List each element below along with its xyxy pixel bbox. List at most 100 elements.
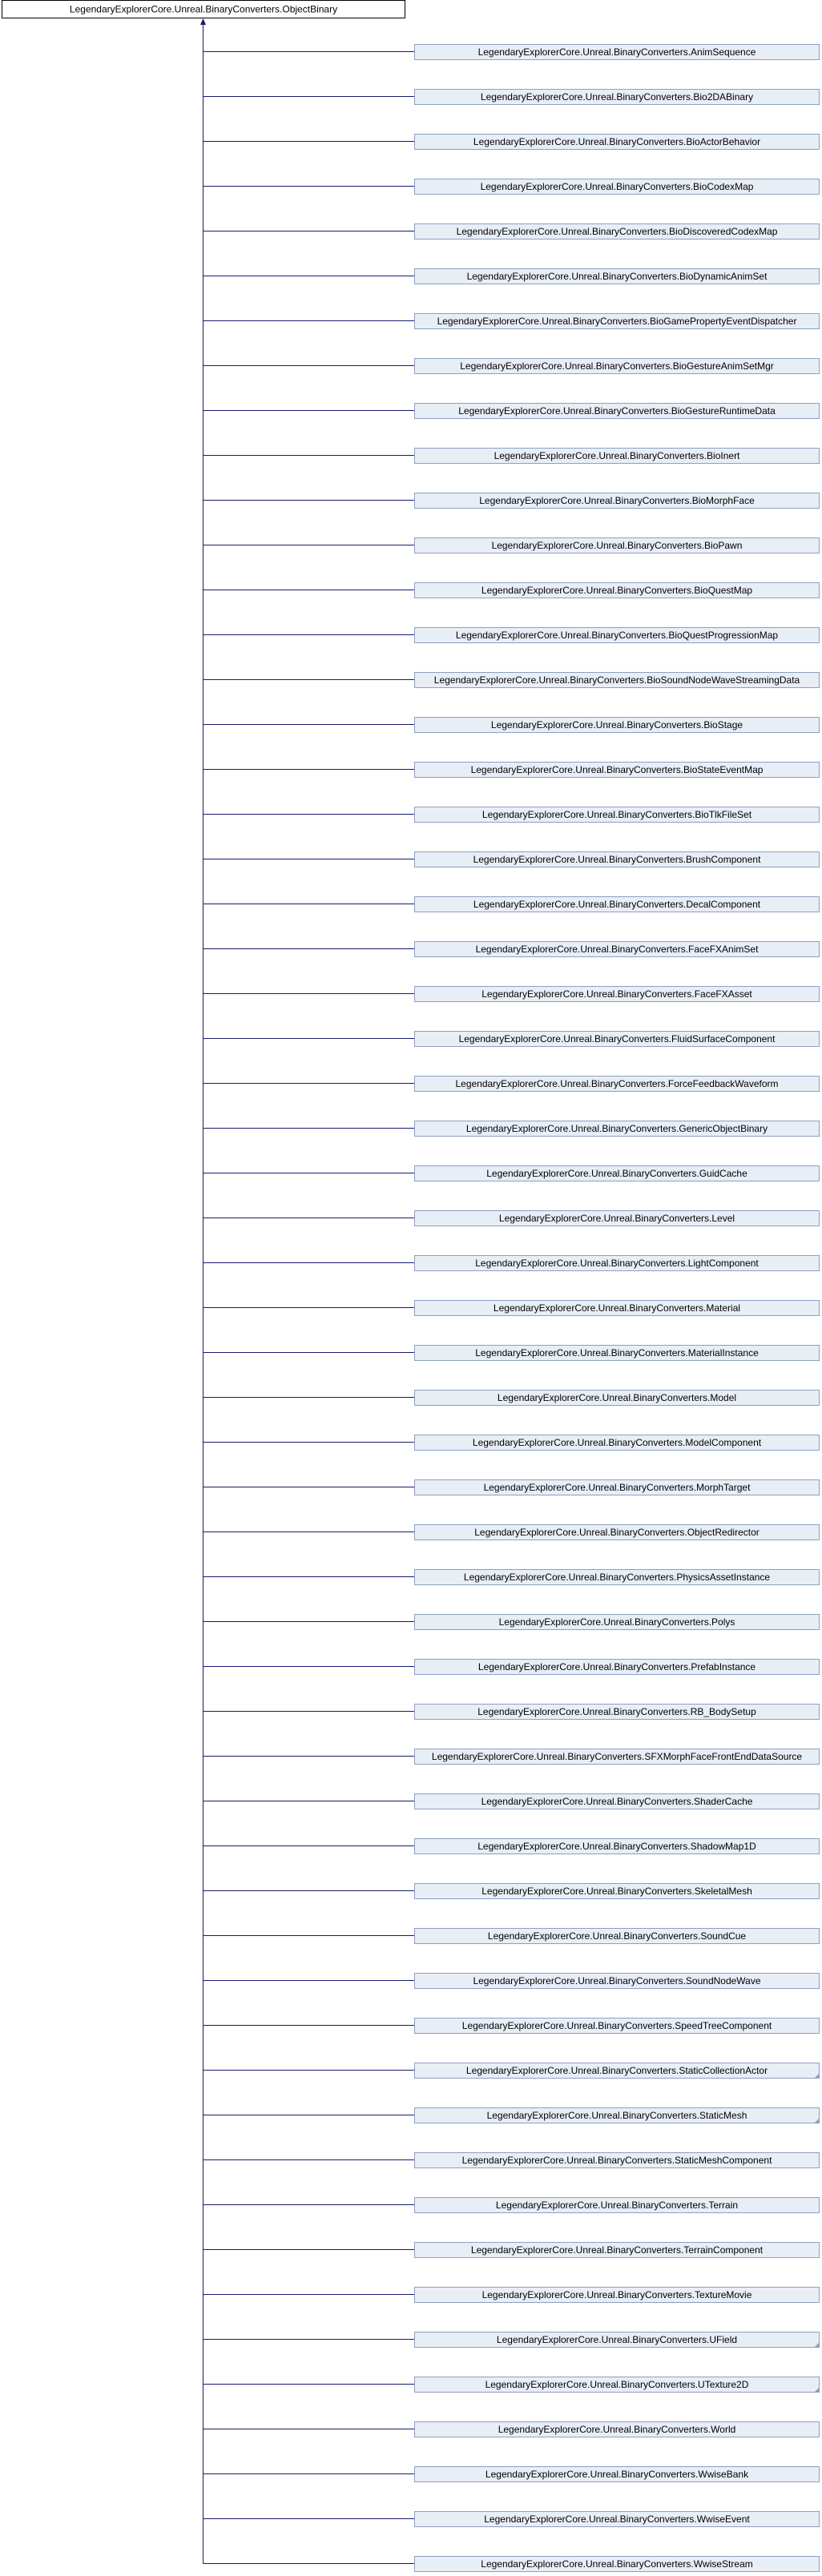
child-node-label: LegendaryExplorerCore.Unreal.BinaryConve… — [482, 1796, 753, 1807]
child-node[interactable]: LegendaryExplorerCore.Unreal.BinaryConve… — [414, 2107, 820, 2123]
child-node-label: LegendaryExplorerCore.Unreal.BinaryConve… — [460, 360, 774, 372]
child-node[interactable]: LegendaryExplorerCore.Unreal.BinaryConve… — [414, 1793, 820, 1809]
child-node-label: LegendaryExplorerCore.Unreal.BinaryConve… — [458, 405, 776, 417]
child-node-label: LegendaryExplorerCore.Unreal.BinaryConve… — [486, 2379, 749, 2390]
child-node-label: LegendaryExplorerCore.Unreal.BinaryConve… — [492, 540, 743, 551]
child-node[interactable]: LegendaryExplorerCore.Unreal.BinaryConve… — [414, 1749, 820, 1765]
child-node[interactable]: LegendaryExplorerCore.Unreal.BinaryConve… — [414, 1165, 820, 1181]
child-node-label: LegendaryExplorerCore.Unreal.BinaryConve… — [478, 46, 756, 58]
child-node[interactable]: LegendaryExplorerCore.Unreal.BinaryConve… — [414, 1300, 820, 1316]
child-node-label: LegendaryExplorerCore.Unreal.BinaryConve… — [491, 719, 743, 731]
child-node-label: LegendaryExplorerCore.Unreal.BinaryConve… — [486, 1168, 747, 1179]
inheritance-arrowhead — [200, 18, 206, 25]
child-node-label: LegendaryExplorerCore.Unreal.BinaryConve… — [484, 2514, 750, 2525]
child-node-label: LegendaryExplorerCore.Unreal.BinaryConve… — [434, 674, 800, 686]
child-node-label: LegendaryExplorerCore.Unreal.BinaryConve… — [475, 1347, 759, 1358]
child-node-label: LegendaryExplorerCore.Unreal.BinaryConve… — [479, 495, 755, 506]
child-node[interactable]: LegendaryExplorerCore.Unreal.BinaryConve… — [414, 986, 820, 1002]
child-node[interactable]: LegendaryExplorerCore.Unreal.BinaryConve… — [414, 2511, 820, 2527]
child-node[interactable]: LegendaryExplorerCore.Unreal.BinaryConve… — [414, 1390, 820, 1406]
child-node[interactable]: LegendaryExplorerCore.Unreal.BinaryConve… — [414, 89, 820, 105]
child-node[interactable]: LegendaryExplorerCore.Unreal.BinaryConve… — [414, 268, 820, 284]
child-node[interactable]: LegendaryExplorerCore.Unreal.BinaryConve… — [414, 1569, 820, 1585]
child-node[interactable]: LegendaryExplorerCore.Unreal.BinaryConve… — [414, 582, 820, 598]
child-node[interactable]: LegendaryExplorerCore.Unreal.BinaryConve… — [414, 44, 820, 60]
child-node[interactable]: LegendaryExplorerCore.Unreal.BinaryConve… — [414, 627, 820, 643]
child-node-label: LegendaryExplorerCore.Unreal.BinaryConve… — [473, 1437, 762, 1448]
child-node[interactable]: LegendaryExplorerCore.Unreal.BinaryConve… — [414, 851, 820, 867]
child-node[interactable]: LegendaryExplorerCore.Unreal.BinaryConve… — [414, 1928, 820, 1944]
child-node-label: LegendaryExplorerCore.Unreal.BinaryConve… — [471, 764, 764, 775]
child-node[interactable]: LegendaryExplorerCore.Unreal.BinaryConve… — [414, 403, 820, 419]
child-node[interactable]: LegendaryExplorerCore.Unreal.BinaryConve… — [414, 717, 820, 733]
child-node[interactable]: LegendaryExplorerCore.Unreal.BinaryConve… — [414, 762, 820, 778]
child-node-label: LegendaryExplorerCore.Unreal.BinaryConve… — [482, 1886, 752, 1897]
child-node[interactable]: LegendaryExplorerCore.Unreal.BinaryConve… — [414, 1479, 820, 1495]
child-node[interactable]: LegendaryExplorerCore.Unreal.BinaryConve… — [414, 358, 820, 374]
child-node[interactable]: LegendaryExplorerCore.Unreal.BinaryConve… — [414, 1121, 820, 1137]
root-node-label: LegendaryExplorerCore.Unreal.BinaryConve… — [70, 4, 337, 15]
child-node[interactable]: LegendaryExplorerCore.Unreal.BinaryConve… — [414, 493, 820, 509]
child-node-label: LegendaryExplorerCore.Unreal.BinaryConve… — [478, 1661, 756, 1672]
child-node[interactable]: LegendaryExplorerCore.Unreal.BinaryConve… — [414, 1524, 820, 1540]
child-node[interactable]: LegendaryExplorerCore.Unreal.BinaryConve… — [414, 2018, 820, 2034]
child-node[interactable]: LegendaryExplorerCore.Unreal.BinaryConve… — [414, 448, 820, 464]
child-node[interactable]: LegendaryExplorerCore.Unreal.BinaryConve… — [414, 2556, 820, 2572]
child-node-label: LegendaryExplorerCore.Unreal.BinaryConve… — [481, 91, 753, 103]
child-node-label: LegendaryExplorerCore.Unreal.BinaryConve… — [457, 226, 778, 237]
child-node[interactable]: LegendaryExplorerCore.Unreal.BinaryConve… — [414, 2377, 820, 2393]
child-node[interactable]: LegendaryExplorerCore.Unreal.BinaryConve… — [414, 672, 820, 688]
child-node-label: LegendaryExplorerCore.Unreal.BinaryConve… — [473, 854, 762, 865]
child-node[interactable]: LegendaryExplorerCore.Unreal.BinaryConve… — [414, 1255, 820, 1271]
child-node[interactable]: LegendaryExplorerCore.Unreal.BinaryConve… — [414, 134, 820, 150]
child-node[interactable]: LegendaryExplorerCore.Unreal.BinaryConve… — [414, 1614, 820, 1630]
child-node[interactable]: LegendaryExplorerCore.Unreal.BinaryConve… — [414, 1435, 820, 1451]
child-node-label: LegendaryExplorerCore.Unreal.BinaryConve… — [456, 630, 779, 641]
child-node[interactable]: LegendaryExplorerCore.Unreal.BinaryConve… — [414, 223, 820, 239]
child-node[interactable]: LegendaryExplorerCore.Unreal.BinaryConve… — [414, 2466, 820, 2482]
root-node[interactable]: LegendaryExplorerCore.Unreal.BinaryConve… — [2, 0, 405, 18]
child-node[interactable]: LegendaryExplorerCore.Unreal.BinaryConve… — [414, 2287, 820, 2303]
child-node[interactable]: LegendaryExplorerCore.Unreal.BinaryConve… — [414, 1076, 820, 1092]
child-node-label: LegendaryExplorerCore.Unreal.BinaryConve… — [459, 1033, 776, 1044]
child-node-label: LegendaryExplorerCore.Unreal.BinaryConve… — [455, 1078, 778, 1089]
child-node-label: LegendaryExplorerCore.Unreal.BinaryConve… — [481, 181, 754, 192]
child-node-label: LegendaryExplorerCore.Unreal.BinaryConve… — [476, 944, 759, 955]
child-node[interactable]: LegendaryExplorerCore.Unreal.BinaryConve… — [414, 1883, 820, 1899]
child-node-label: LegendaryExplorerCore.Unreal.BinaryConve… — [471, 2244, 764, 2256]
child-node[interactable]: LegendaryExplorerCore.Unreal.BinaryConve… — [414, 896, 820, 912]
child-node[interactable]: LegendaryExplorerCore.Unreal.BinaryConve… — [414, 1704, 820, 1720]
child-node[interactable]: LegendaryExplorerCore.Unreal.BinaryConve… — [414, 1031, 820, 1047]
child-node-label: LegendaryExplorerCore.Unreal.BinaryConve… — [467, 271, 768, 282]
child-node[interactable]: LegendaryExplorerCore.Unreal.BinaryConve… — [414, 537, 820, 553]
child-node-label: LegendaryExplorerCore.Unreal.BinaryConve… — [487, 2110, 747, 2121]
child-node[interactable]: LegendaryExplorerCore.Unreal.BinaryConve… — [414, 1210, 820, 1226]
child-node-label: LegendaryExplorerCore.Unreal.BinaryConve… — [474, 1527, 760, 1538]
child-node[interactable]: LegendaryExplorerCore.Unreal.BinaryConve… — [414, 179, 820, 195]
child-node[interactable]: LegendaryExplorerCore.Unreal.BinaryConve… — [414, 1973, 820, 1989]
child-node[interactable]: LegendaryExplorerCore.Unreal.BinaryConve… — [414, 941, 820, 957]
child-node[interactable]: LegendaryExplorerCore.Unreal.BinaryConve… — [414, 2332, 820, 2348]
child-node[interactable]: LegendaryExplorerCore.Unreal.BinaryConve… — [414, 807, 820, 823]
child-node[interactable]: LegendaryExplorerCore.Unreal.BinaryConve… — [414, 2421, 820, 2437]
child-node-label: LegendaryExplorerCore.Unreal.BinaryConve… — [498, 2424, 736, 2435]
child-node-label: LegendaryExplorerCore.Unreal.BinaryConve… — [494, 1302, 740, 1314]
edges — [200, 18, 415, 2564]
child-node[interactable]: LegendaryExplorerCore.Unreal.BinaryConve… — [414, 1838, 820, 1854]
child-node-label: LegendaryExplorerCore.Unreal.BinaryConve… — [482, 585, 752, 596]
child-node[interactable]: LegendaryExplorerCore.Unreal.BinaryConve… — [414, 313, 820, 329]
child-node[interactable]: LegendaryExplorerCore.Unreal.BinaryConve… — [414, 2197, 820, 2213]
child-node[interactable]: LegendaryExplorerCore.Unreal.BinaryConve… — [414, 2063, 820, 2079]
child-node-label: LegendaryExplorerCore.Unreal.BinaryConve… — [482, 809, 752, 820]
child-node[interactable]: LegendaryExplorerCore.Unreal.BinaryConve… — [414, 2152, 820, 2168]
inheritance-diagram: LegendaryExplorerCore.Unreal.BinaryConve… — [2, 0, 820, 2572]
child-node-label: LegendaryExplorerCore.Unreal.BinaryConve… — [499, 1616, 735, 1628]
child-node-label: LegendaryExplorerCore.Unreal.BinaryConve… — [486, 2469, 749, 2480]
child-node[interactable]: LegendaryExplorerCore.Unreal.BinaryConve… — [414, 2242, 820, 2258]
child-node[interactable]: LegendaryExplorerCore.Unreal.BinaryConve… — [414, 1659, 820, 1675]
child-node-label: LegendaryExplorerCore.Unreal.BinaryConve… — [473, 1975, 760, 1986]
child-node[interactable]: LegendaryExplorerCore.Unreal.BinaryConve… — [414, 1345, 820, 1361]
child-node-label: LegendaryExplorerCore.Unreal.BinaryConve… — [496, 2200, 738, 2211]
child-node-label: LegendaryExplorerCore.Unreal.BinaryConve… — [432, 1751, 803, 1762]
child-node-label: LegendaryExplorerCore.Unreal.BinaryConve… — [484, 1482, 751, 1493]
